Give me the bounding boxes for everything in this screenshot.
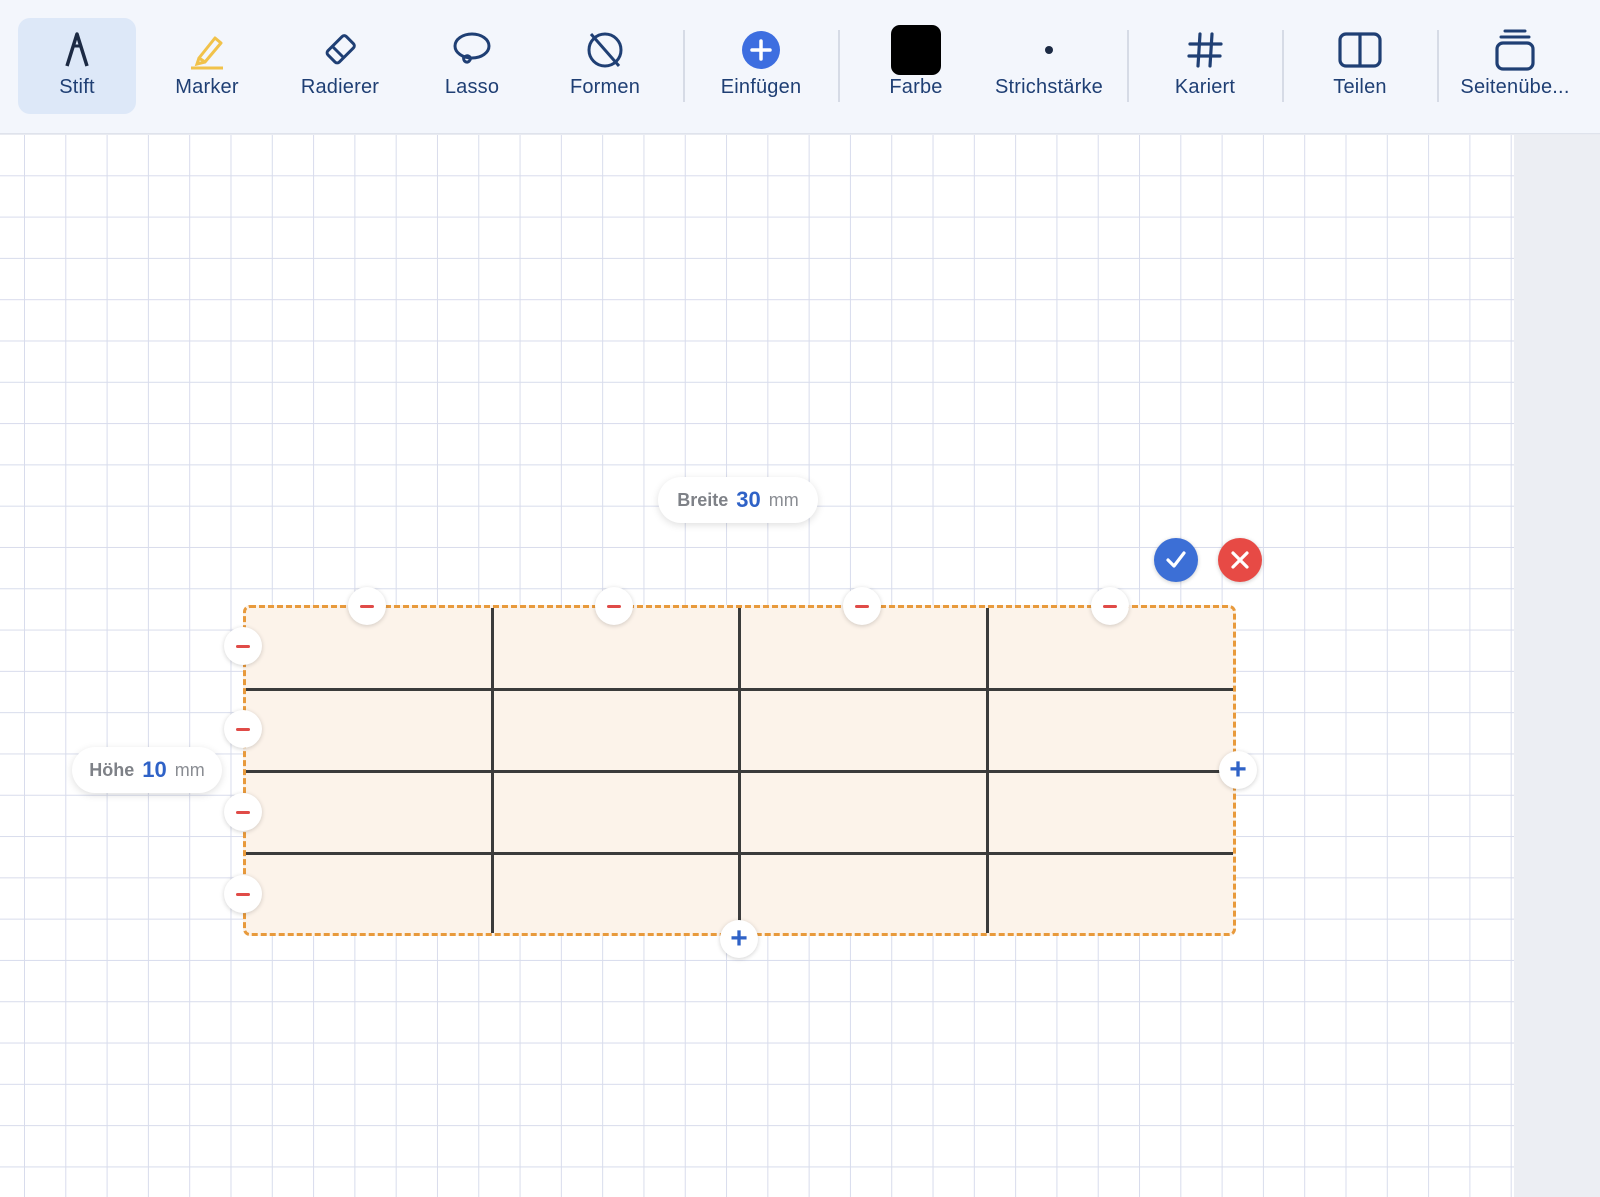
split-view-icon [1337, 24, 1383, 76]
width-unit: mm [768, 489, 799, 510]
stroke-dot-icon [1043, 24, 1055, 76]
canvas-side-gutter [1514, 135, 1600, 1197]
tool-einfuegen[interactable]: Einfügen [702, 18, 820, 114]
table-selection[interactable] [243, 605, 1236, 936]
toolbar-divider [1437, 30, 1439, 102]
toolbar-divider [683, 30, 685, 102]
remove-column-button[interactable] [843, 587, 881, 625]
remove-column-button[interactable] [1091, 587, 1129, 625]
tool-marker[interactable]: Marker [148, 18, 266, 114]
tool-label: Kariert [1174, 76, 1236, 98]
page-stack-icon [1493, 24, 1537, 76]
tool-strichstaerke[interactable]: Strichstärke [982, 18, 1116, 114]
tool-label: Lasso [444, 76, 500, 98]
tool-lasso[interactable]: Lasso [413, 18, 531, 114]
width-label: Breite [677, 489, 729, 510]
toolbar-divider [1127, 30, 1129, 102]
table-row-divider[interactable] [246, 688, 1233, 691]
tool-label: Seitenübe... [1460, 76, 1570, 98]
tool-label: Strichstärke [995, 76, 1103, 98]
tool-label: Radierer [300, 76, 380, 98]
tool-label: Teilen [1333, 76, 1387, 98]
remove-row-button[interactable] [224, 875, 262, 913]
width-dimension-pill[interactable]: Breite 30 mm [658, 477, 818, 523]
tool-label: Einfügen [720, 76, 802, 98]
grid-hash-icon [1185, 24, 1225, 76]
tool-teilen[interactable]: Teilen [1301, 18, 1419, 114]
tool-label: Stift [59, 76, 95, 98]
height-dimension-pill[interactable]: Höhe 10 mm [72, 747, 222, 793]
highlighter-icon [187, 24, 227, 76]
height-unit: mm [174, 759, 205, 780]
lasso-icon [450, 24, 494, 76]
remove-row-button[interactable] [224, 627, 262, 665]
cancel-table-button[interactable] [1218, 538, 1262, 582]
toolbar-divider [838, 30, 840, 102]
shapes-icon [583, 24, 627, 76]
remove-row-button[interactable] [224, 793, 262, 831]
close-icon [1231, 551, 1249, 569]
table-row-divider[interactable] [246, 770, 1233, 773]
eraser-icon [320, 24, 360, 76]
remove-column-button[interactable] [595, 587, 633, 625]
width-value[interactable]: 30 [736, 487, 760, 513]
confirm-table-button[interactable] [1154, 538, 1198, 582]
plus-circle-icon [741, 24, 781, 76]
tool-stift[interactable]: Stift [18, 18, 136, 114]
color-swatch [891, 24, 941, 76]
tool-seitenuebersicht[interactable]: Seitenübe... [1450, 18, 1580, 114]
toolbar: Stift Marker Radierer Lasso Formen Einfü… [0, 0, 1600, 134]
pen-icon [62, 24, 92, 76]
add-column-button[interactable]: + [1219, 751, 1257, 789]
tool-label: Formen [569, 76, 641, 98]
add-row-button[interactable]: + [720, 920, 758, 958]
height-value[interactable]: 10 [142, 757, 166, 783]
height-label: Höhe [89, 759, 135, 780]
table-row-divider[interactable] [246, 852, 1233, 855]
color-swatch-fill [891, 25, 941, 75]
tool-formen[interactable]: Formen [546, 18, 664, 114]
tool-label: Farbe [889, 76, 943, 98]
tool-radierer[interactable]: Radierer [281, 18, 399, 114]
checkmark-icon [1166, 551, 1186, 568]
tool-label: Marker [175, 76, 239, 98]
remove-column-button[interactable] [348, 587, 386, 625]
tool-kariert[interactable]: Kariert [1146, 18, 1264, 114]
remove-row-button[interactable] [224, 710, 262, 748]
tool-farbe[interactable]: Farbe [857, 18, 975, 114]
toolbar-divider [1282, 30, 1284, 102]
